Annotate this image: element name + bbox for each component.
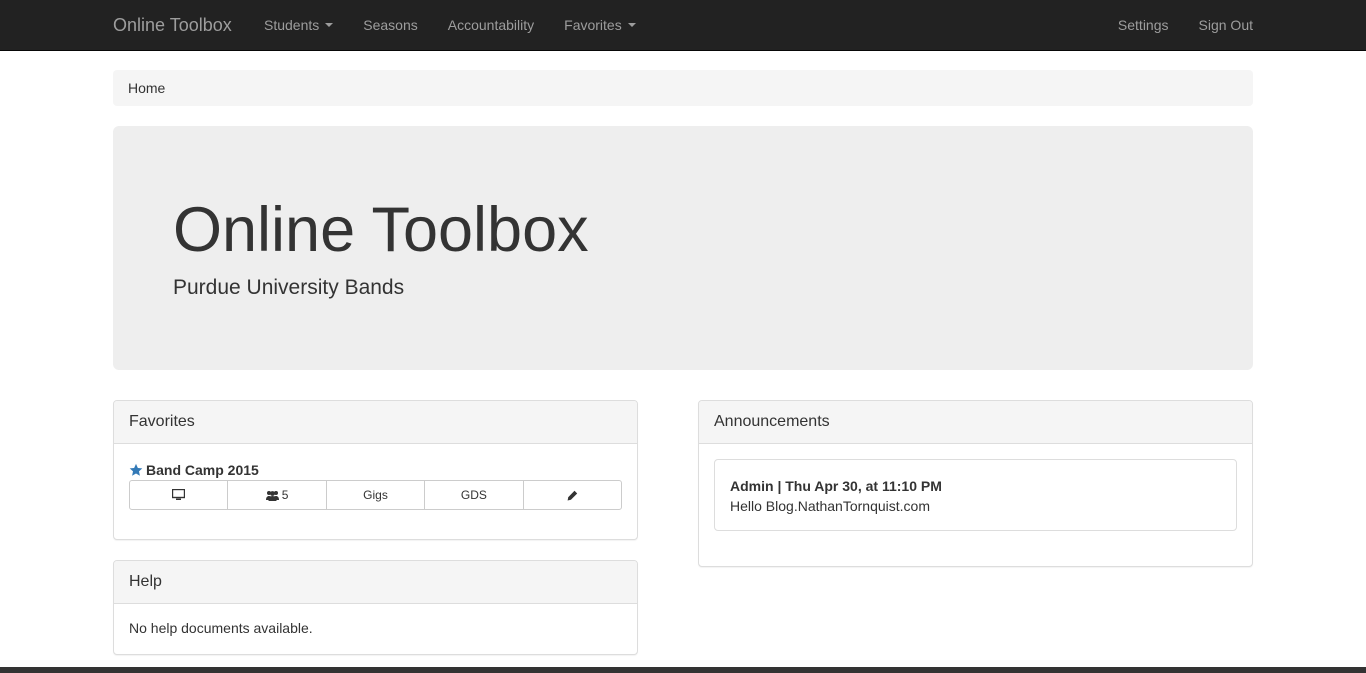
window-bottom-edge [0, 667, 1366, 673]
help-empty-message: No help documents available. [129, 620, 313, 636]
favorite-edit-button[interactable] [522, 480, 623, 510]
favorite-actions-button-group: 5 Gigs GDS [129, 480, 623, 510]
announcement-item: Admin | Thu Apr 30, at 11:10 PM Hello Bl… [714, 459, 1237, 531]
navbar-brand[interactable]: Online Toolbox [113, 0, 232, 50]
announcement-body: Hello Blog.NathanTornquist.com [730, 498, 930, 514]
help-panel-heading: Help [114, 561, 637, 604]
nav-item-settings[interactable]: Settings [1103, 0, 1184, 50]
users-icon [265, 490, 279, 501]
caret-down-icon [627, 23, 636, 27]
nav-item-favorites[interactable]: Favorites [549, 0, 651, 50]
navbar-left-menu: Students Seasons Accountability Favorite… [249, 0, 651, 50]
breadcrumb: Home [113, 70, 1253, 106]
nav-item-sign-out[interactable]: Sign Out [1184, 0, 1253, 50]
nav-item-accountability[interactable]: Accountability [433, 0, 549, 50]
gigs-button-label: Gigs [363, 488, 388, 502]
favorite-item-title[interactable]: Band Camp 2015 [129, 460, 622, 480]
nav-item-seasons[interactable]: Seasons [348, 0, 432, 50]
page-title: Online Toolbox [173, 195, 589, 265]
nav-item-accountability-label: Accountability [447, 17, 535, 33]
announcement-header: Admin | Thu Apr 30, at 11:10 PM [730, 478, 942, 494]
announcements-panel-heading: Announcements [699, 401, 1252, 444]
favorite-members-button[interactable]: 5 [227, 480, 327, 510]
page-subtitle: Purdue University Bands [173, 276, 405, 299]
announcements-panel: Announcements Admin | Thu Apr 30, at 11:… [698, 400, 1253, 567]
nav-item-settings-label: Settings [1117, 17, 1169, 33]
caret-down-icon [325, 23, 334, 27]
favorites-panel-heading: Favorites [114, 401, 637, 444]
breadcrumb-item-home: Home [128, 80, 166, 96]
navbar-right-menu: Settings Sign Out [1103, 0, 1253, 50]
announcements-panel-body: Admin | Thu Apr 30, at 11:10 PM Hello Bl… [699, 444, 1252, 546]
monitor-icon [172, 489, 186, 500]
favorites-panel: Favorites Band Camp 2015 5 Gigs GDS [113, 400, 638, 540]
nav-item-sign-out-label: Sign Out [1198, 17, 1253, 33]
pencil-icon [567, 490, 578, 500]
gds-button-label: GDS [460, 488, 487, 502]
favorite-gds-button[interactable]: GDS [424, 480, 524, 510]
nav-item-students[interactable]: Students [249, 0, 348, 50]
nav-item-seasons-label: Seasons [363, 17, 418, 33]
top-navbar: Online Toolbox Students Seasons Accounta… [0, 0, 1366, 51]
members-count: 5 [281, 488, 289, 502]
navbar-container: Online Toolbox Students Seasons Accounta… [113, 0, 1253, 50]
nav-item-favorites-label: Favorites [564, 17, 622, 33]
favorite-gigs-button[interactable]: Gigs [325, 480, 426, 510]
help-panel-body: No help documents available. [114, 604, 637, 653]
star-icon [129, 463, 143, 476]
help-panel: Help No help documents available. [113, 560, 638, 655]
favorite-item-title-text: Band Camp 2015 [146, 462, 259, 478]
nav-item-students-label: Students [264, 17, 320, 33]
favorites-panel-body: Band Camp 2015 5 Gigs GDS [114, 444, 637, 525]
favorite-open-display-button[interactable] [129, 480, 229, 510]
jumbotron: Online Toolbox Purdue University Bands [113, 126, 1253, 370]
